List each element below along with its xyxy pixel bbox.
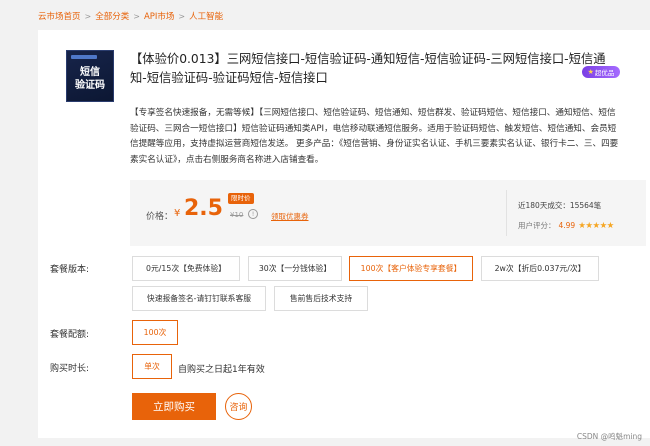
chevron-right-icon: > [84,11,92,21]
breadcrumb-all-categories[interactable]: 全部分类 [95,10,129,22]
sales-stat: 近180天成交：15564笔 [518,200,601,211]
original-price: ¥10 [230,211,244,219]
package-option-support[interactable]: 售前售后技术支持 [274,286,368,311]
divider [506,190,507,236]
star-icon: ★ [587,68,594,76]
breadcrumb-current: 人工智能 [189,12,224,22]
package-option-signature[interactable]: 快速报备签名-请钉钉联系客服 [132,286,266,311]
breadcrumb: 云市场首页 > 全部分类 > API市场 > 人工智能 [38,10,224,23]
price-box: 价格： ¥ 2.5 限时价 ¥10 ! 领取优惠券 近180天成交：15564笔… [130,180,646,246]
buy-now-button[interactable]: 立即购买 [132,393,216,420]
sales-count: 15564笔 [569,201,602,210]
sales-label: 近180天成交： [518,201,570,210]
breadcrumb-api-market[interactable]: API市场 [144,10,174,22]
period-label: 购买时长: [50,364,90,374]
period-note: 自购买之日起1年有效 [178,365,265,375]
product-description: 【专享签名快速报备，无需等候】【三网短信接口、短信验证码、短信通知、短信群发、验… [130,108,619,165]
product-logo-line2: 验证码 [75,80,105,91]
package-option-30[interactable]: 30次【一分钱体验】 [248,256,342,281]
premium-badge: ★ 超优品 [582,66,620,78]
quota-label: 套餐配额: [50,330,90,340]
package-option-20000[interactable]: 2w次【折后0.037元/次】 [481,256,599,281]
rating-score: 4.99 [558,221,576,230]
product-title: 【体验价0.013】三网短信接口-短信验证码-通知短信-短信验证码-三网短信接口… [130,52,606,85]
breadcrumb-home[interactable]: 云市场首页 [38,10,81,22]
package-option-free[interactable]: 0元/15次【免费体验】 [132,256,240,281]
watermark: CSDN @鸣魁ming [576,432,642,441]
brand-mark-icon [71,55,97,59]
coupon-link[interactable]: 领取优惠券 [271,211,309,222]
premium-badge-label: 超优品 [594,69,615,77]
limited-price-tag: 限时价 [228,193,254,204]
quota-option-100[interactable]: 100次 [132,320,178,345]
info-icon[interactable]: ! [248,209,258,219]
product-panel: 短信 验证码 【体验价0.013】三网短信接口-短信验证码-通知短信-短信验证码… [38,30,650,438]
period-option-single[interactable]: 单次 [132,354,172,379]
price-currency: ¥ [174,208,181,219]
rating-label: 用户评分： [518,221,556,230]
package-option-100[interactable]: 100次【客户体验专享套餐】 [349,256,473,281]
price-value: 2.5 [184,196,223,221]
package-label: 套餐版本: [50,265,90,275]
product-logo: 短信 验证码 [66,50,114,102]
chevron-right-icon: > [133,11,140,21]
price-label: 价格： [146,212,174,222]
star-rating-icon: ★★★★★ [578,220,614,231]
chevron-right-icon: > [178,11,186,21]
rating: 用户评分： 4.99 ★★★★★ [518,220,614,231]
product-logo-line1: 短信 [80,67,100,78]
consult-button[interactable]: 咨询 [225,393,252,420]
